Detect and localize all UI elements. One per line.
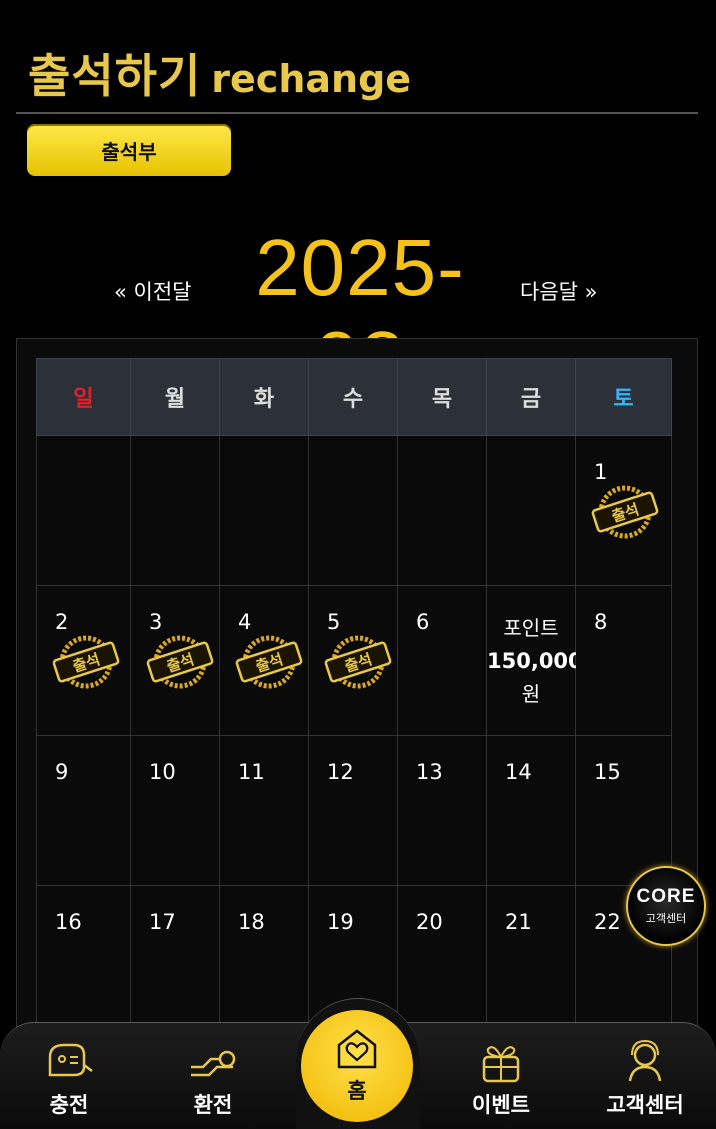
core-logo-text: CORE	[636, 886, 696, 907]
calendar-day-cell[interactable]: 11	[219, 735, 309, 886]
day-number: 15	[594, 760, 621, 784]
day-number: 16	[55, 910, 82, 934]
calendar-day-cell[interactable]: 2 출석	[36, 585, 131, 736]
calendar-day-cell[interactable]: 1 출석	[575, 435, 672, 586]
day-number: 8	[594, 610, 608, 634]
calendar-day-cell[interactable]: 5 출석	[308, 585, 398, 736]
attendance-stamp-icon: 출석	[146, 635, 214, 689]
calendar-day-cell[interactable]: 13	[397, 735, 487, 886]
page-title-korean: 출석하기	[28, 49, 202, 103]
home-heart-icon	[337, 1029, 377, 1069]
calendar-day-cell[interactable]	[397, 435, 487, 586]
day-number: 6	[416, 610, 430, 634]
day-number: 2	[55, 610, 69, 634]
day-number: 10	[149, 760, 176, 784]
prev-month-link[interactable]: « 이전달	[114, 276, 191, 306]
day-number: 1	[594, 460, 608, 484]
calendar-day-cell[interactable]: 18	[219, 885, 309, 1036]
calendar-day-cell[interactable]: 8	[575, 585, 672, 736]
attendance-stamp-icon: 출석	[324, 635, 392, 689]
day-number: 11	[238, 760, 265, 784]
gift-icon	[482, 1046, 520, 1083]
calendar-day-cell[interactable]	[130, 435, 220, 586]
month-navigation: « 이전달 2025-02 다음달 »	[0, 222, 716, 404]
calendar-day-cell[interactable]	[308, 435, 398, 586]
next-month-link[interactable]: 다음달 »	[520, 276, 597, 306]
charge-icon	[48, 1043, 93, 1077]
nav-home[interactable]: 홈	[301, 1010, 413, 1122]
header-divider	[16, 112, 698, 114]
day-number: 14	[505, 760, 532, 784]
day-number: 5	[327, 610, 341, 634]
nav-exchange[interactable]: 환전	[158, 1037, 268, 1119]
exchange-icon	[191, 1050, 236, 1077]
day-number: 3	[149, 610, 163, 634]
nav-support-label: 고객센터	[606, 1093, 684, 1117]
weekday-sun: 일	[36, 358, 131, 436]
calendar-day-cell[interactable]: 4 출석	[219, 585, 309, 736]
day-number: 4	[238, 610, 252, 634]
customer-support-badge[interactable]: CORE 고객센터	[626, 866, 706, 946]
calendar-day-cell[interactable]: 20	[397, 885, 487, 1036]
attendance-stamp-icon: 출석	[52, 635, 120, 689]
day-number: 17	[149, 910, 176, 934]
calendar-day-cell[interactable]: 16	[36, 885, 131, 1036]
weekday-thu: 목	[397, 358, 487, 436]
attendance-calendar: 일 월 화 수 목 금 토 1 출석 2 출석 3 출석 4 출석 5 출석 6 포인트 150,000…	[36, 358, 672, 1036]
nav-exchange-label: 환전	[193, 1093, 233, 1117]
calendar-week-row: 9 10 11 12 13 14 15	[36, 735, 672, 886]
weekday-tue: 화	[219, 358, 309, 436]
calendar-day-cell[interactable]: 9	[36, 735, 131, 886]
calendar-day-cell[interactable]: 3 출석	[130, 585, 220, 736]
calendar-day-cell[interactable]: 10	[130, 735, 220, 886]
core-badge-label: 고객센터	[645, 912, 687, 925]
page-title-english: rechange	[211, 57, 412, 101]
calendar-day-cell[interactable]: 12	[308, 735, 398, 886]
weekday-mon: 월	[130, 358, 220, 436]
nav-home-label: 홈	[347, 1079, 367, 1103]
nav-support[interactable]: 고객센터	[590, 1037, 700, 1119]
page-title: 출석하기 rechange	[28, 40, 412, 103]
calendar-day-cell[interactable]: 6	[397, 585, 487, 736]
point-label: 포인트	[503, 616, 559, 640]
weekday-sat: 토	[575, 358, 672, 436]
calendar-week-row: 2 출석 3 출석 4 출석 5 출석 6 포인트 150,000 원 8	[36, 585, 672, 736]
day-number: 12	[327, 760, 354, 784]
day-number: 19	[327, 910, 354, 934]
support-agent-icon	[628, 1039, 662, 1082]
nav-event[interactable]: 이벤트	[446, 1037, 556, 1119]
point-reward: 포인트 150,000 원	[487, 612, 583, 711]
weekday-wed: 수	[308, 358, 398, 436]
calendar-day-cell[interactable]	[36, 435, 131, 586]
attendance-stamp-icon: 출석	[591, 485, 659, 539]
day-number: 20	[416, 910, 443, 934]
point-amount: 150,000	[487, 649, 583, 673]
day-number: 22	[594, 910, 621, 934]
calendar-day-cell[interactable]	[486, 435, 576, 586]
day-number: 13	[416, 760, 443, 784]
day-number: 18	[238, 910, 265, 934]
weekday-fri: 금	[486, 358, 576, 436]
calendar-day-cell[interactable]: 14	[486, 735, 576, 886]
nav-charge-label: 충전	[49, 1093, 89, 1117]
weekday-header-row: 일 월 화 수 목 금 토	[36, 358, 672, 436]
calendar-day-cell[interactable]: 포인트 150,000 원	[486, 585, 583, 736]
calendar-day-cell[interactable]: 17	[130, 885, 220, 1036]
attendance-tab-button[interactable]: 출석부	[27, 124, 231, 176]
day-number: 9	[55, 760, 69, 784]
calendar-day-cell[interactable]: 21	[486, 885, 576, 1036]
nav-charge[interactable]: 충전	[14, 1037, 124, 1119]
attendance-stamp-icon: 출석	[235, 635, 303, 689]
day-number: 21	[505, 910, 532, 934]
point-unit: 원	[521, 682, 541, 706]
calendar-day-cell[interactable]	[219, 435, 309, 586]
calendar-week-row: 1 출석	[36, 435, 672, 586]
nav-event-label: 이벤트	[472, 1093, 530, 1117]
calendar-day-cell[interactable]: 15	[575, 735, 672, 886]
